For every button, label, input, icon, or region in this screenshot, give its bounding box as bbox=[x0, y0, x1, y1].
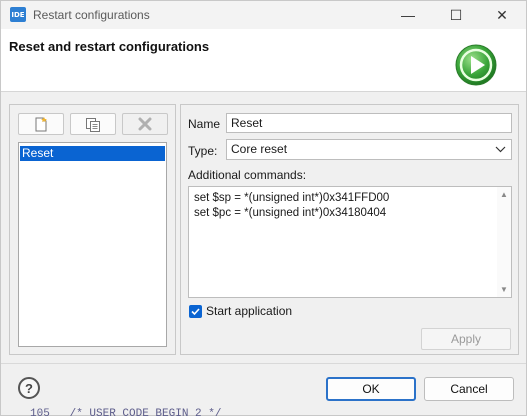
header-title: Reset and restart configurations bbox=[9, 39, 210, 54]
duplicate-config-button[interactable] bbox=[70, 113, 116, 135]
start-application-label[interactable]: Start application bbox=[206, 304, 292, 318]
play-circle-icon bbox=[455, 44, 497, 86]
configurations-list[interactable]: Reset bbox=[18, 142, 167, 347]
dialog-header: Reset and restart configurations bbox=[1, 29, 526, 92]
configuration-details-panel: Name Reset Type: Core reset Additional c… bbox=[180, 104, 519, 355]
maximize-button[interactable]: ☐ bbox=[433, 1, 479, 29]
background-editor-text: 105 /* USER CODE BEGIN 2 */ bbox=[30, 408, 222, 420]
duplicate-icon bbox=[86, 117, 100, 132]
delete-x-icon bbox=[138, 117, 152, 131]
help-icon: ? bbox=[25, 380, 33, 396]
close-button[interactable]: ✕ bbox=[479, 1, 525, 29]
configurations-panel: Reset bbox=[9, 104, 176, 355]
command-line: set $pc = *(unsigned int*)0x34180404 bbox=[194, 207, 387, 219]
additional-commands-label: Additional commands: bbox=[188, 168, 307, 182]
maximize-icon: ☐ bbox=[449, 6, 463, 23]
list-item[interactable]: Reset bbox=[20, 146, 165, 161]
apply-button[interactable]: Apply bbox=[421, 328, 511, 350]
new-config-button[interactable] bbox=[18, 113, 64, 135]
name-label: Name bbox=[188, 117, 221, 131]
type-select-value: Core reset bbox=[231, 142, 288, 156]
cancel-button[interactable]: Cancel bbox=[424, 377, 514, 401]
scroll-up-arrow-icon[interactable]: ▲ bbox=[500, 190, 508, 199]
ide-app-icon: IDE bbox=[10, 7, 26, 22]
minimize-icon: — bbox=[401, 7, 415, 23]
additional-commands-textarea[interactable]: set $sp = *(unsigned int*)0x341FFD00 set… bbox=[188, 186, 512, 298]
close-icon: ✕ bbox=[496, 6, 508, 23]
checkmark-icon bbox=[191, 308, 200, 316]
title-bar: IDE Restart configurations — ☐ ✕ bbox=[1, 1, 526, 29]
minimize-button[interactable]: — bbox=[385, 1, 431, 29]
type-select[interactable]: Core reset bbox=[226, 139, 512, 160]
type-label: Type: bbox=[188, 144, 218, 158]
chevron-down-icon bbox=[495, 140, 506, 166]
window-title: Restart configurations bbox=[33, 8, 150, 22]
vertical-scrollbar[interactable]: ▲ ▼ bbox=[497, 187, 511, 297]
ok-button[interactable]: OK bbox=[326, 377, 416, 401]
help-button[interactable]: ? bbox=[18, 377, 40, 399]
start-application-checkbox[interactable] bbox=[189, 305, 202, 318]
restart-configurations-dialog: IDE Restart configurations — ☐ ✕ Reset a… bbox=[0, 0, 527, 416]
delete-config-button[interactable] bbox=[122, 113, 168, 135]
scroll-down-arrow-icon[interactable]: ▼ bbox=[500, 285, 508, 294]
command-line: set $sp = *(unsigned int*)0x341FFD00 bbox=[194, 192, 390, 204]
name-field[interactable]: Reset bbox=[226, 113, 512, 133]
new-document-icon bbox=[35, 116, 47, 131]
